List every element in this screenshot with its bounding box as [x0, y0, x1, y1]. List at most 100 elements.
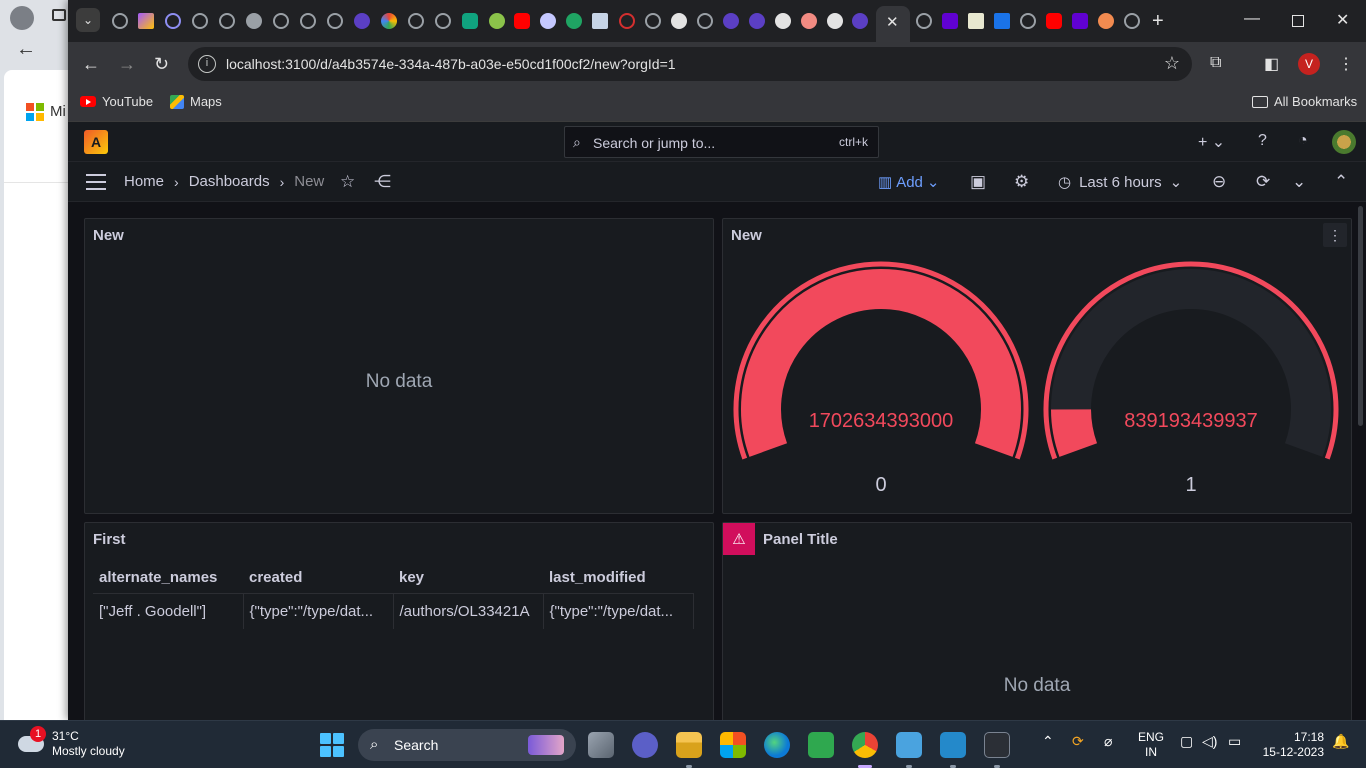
table-cell[interactable]: ["Jeff . Goodell"] [93, 593, 244, 629]
reload-icon[interactable]: ↻ [154, 54, 169, 75]
star-icon[interactable]: ☆ [340, 172, 355, 192]
profile-avatar[interactable]: V [1298, 53, 1320, 75]
back-arrow-icon[interactable]: ← [16, 38, 36, 61]
background-profile-icon[interactable] [10, 6, 34, 30]
media-player-icon[interactable] [808, 732, 834, 758]
start-windows-icon[interactable] [320, 733, 344, 757]
tab-favicon-youtube-icon[interactable] [514, 13, 530, 29]
tab-favicon-globe-icon[interactable] [219, 13, 235, 29]
minimize-icon[interactable]: — [1244, 10, 1260, 28]
tab-favicon-icon[interactable] [540, 13, 556, 29]
tab-favicon-globe-icon[interactable] [300, 13, 316, 29]
tab-favicon-doc-icon[interactable] [968, 13, 984, 29]
panel-panel-title[interactable]: ⚠ Panel Title No data [722, 522, 1352, 720]
tab-favicon-open-icon[interactable] [994, 13, 1010, 29]
tab-favicon-globe-icon[interactable] [408, 13, 424, 29]
url-text[interactable]: localhost:3100/d/a4b3574e-334a-487b-a03e… [226, 56, 676, 72]
tab-favicon-purple-icon[interactable] [852, 13, 868, 29]
tab-favicon-green-dollar-icon[interactable] [566, 13, 582, 29]
terminal-icon[interactable] [984, 732, 1010, 758]
close-tab-icon[interactable]: ✕ [886, 13, 899, 31]
save-icon[interactable]: ▣ [970, 172, 986, 192]
tab-overview-icon[interactable] [52, 9, 66, 21]
help-icon[interactable]: ? [1258, 132, 1267, 150]
file-explorer-icon[interactable] [676, 732, 702, 758]
zoom-out-icon[interactable]: ⊖ [1212, 172, 1226, 192]
grafana-logo-icon[interactable]: A [84, 130, 108, 154]
scrollbar[interactable] [1358, 206, 1363, 426]
edge-icon[interactable] [764, 732, 790, 758]
column-header-key[interactable]: key [393, 563, 543, 594]
extensions-icon[interactable]: ⧉ [1210, 54, 1221, 72]
refresh-interval-chevron-icon[interactable]: ⌄ [1292, 172, 1306, 192]
tab-favicon-orange-icon[interactable] [1098, 13, 1114, 29]
collapse-chevron-up-icon[interactable]: ⌃ [1334, 172, 1348, 192]
tab-favicon-globe-icon[interactable] [192, 13, 208, 29]
tab-favicon-record-icon[interactable] [775, 13, 791, 29]
wifi-icon[interactable]: ▢ [1180, 733, 1193, 750]
show-hidden-icons-chevron-icon[interactable]: ⌃ [1042, 733, 1054, 750]
bookmark-maps[interactable]: Maps [170, 94, 222, 109]
tab-favicon-colorful-icon[interactable] [381, 13, 397, 29]
tab-favicon-record-icon[interactable] [801, 13, 817, 29]
news-feed-icon[interactable]: ◔ [1298, 132, 1308, 150]
maximize-icon[interactable] [1292, 15, 1304, 27]
refresh-icon[interactable]: ⟳ [1256, 172, 1270, 192]
vscode-icon[interactable] [940, 732, 966, 758]
panel-first-table[interactable]: First alternate_names created key last_m… [84, 522, 714, 720]
warning-icon[interactable]: ⚠ [723, 523, 755, 555]
panel-new-gauges[interactable]: New ⋮ 1702634393000 0 839193439937 1 [722, 218, 1352, 514]
side-panel-icon[interactable]: ◧ [1264, 54, 1279, 74]
notepad-icon[interactable] [896, 732, 922, 758]
table-cell[interactable]: /authors/OL33421A [393, 593, 544, 629]
tab-favicon-globe-icon[interactable] [327, 13, 343, 29]
forward-icon[interactable]: → [118, 54, 136, 75]
tab-favicon-gear-icon[interactable] [246, 13, 262, 29]
active-tab[interactable]: ✕ [876, 6, 910, 42]
network-off-icon[interactable]: ⌀ [1104, 733, 1112, 750]
breadcrumb-dashboards[interactable]: Dashboards [189, 173, 270, 190]
tab-favicon-globe-icon[interactable] [273, 13, 289, 29]
tab-favicon-yahoo-icon[interactable] [1072, 13, 1088, 29]
tab-favicon-purple-icon[interactable] [749, 13, 765, 29]
tab-favicon-globe-icon[interactable] [1124, 13, 1140, 29]
column-header-created[interactable]: created [243, 563, 393, 594]
tab-favicon-vite-icon[interactable] [138, 13, 154, 29]
new-plus-icon[interactable]: + ⌄ [1198, 132, 1225, 152]
search-input[interactable]: ⌕ Search or jump to... ctrl+k [564, 126, 879, 158]
bookmark-star-icon[interactable]: ☆ [1164, 53, 1180, 74]
menu-dots-icon[interactable]: ⋮ [1338, 54, 1354, 74]
chrome-icon[interactable] [852, 732, 878, 758]
site-info-icon[interactable]: i [198, 55, 216, 73]
back-icon[interactable]: ← [82, 54, 100, 75]
tab-favicon-globe-icon[interactable] [697, 13, 713, 29]
clock[interactable]: 17:18 15-12-2023 [1260, 730, 1324, 760]
all-bookmarks[interactable]: All Bookmarks [1252, 94, 1357, 109]
tab-favicon-globe-icon[interactable] [645, 13, 661, 29]
tab-favicon-chatgpt-icon[interactable] [462, 13, 478, 29]
taskbar-search[interactable]: ⌕ Search [358, 729, 576, 761]
column-header-last-modified[interactable]: last_modified [543, 563, 693, 594]
bookmark-youtube[interactable]: YouTube [80, 94, 153, 109]
menu-icon[interactable] [86, 174, 106, 190]
tab-favicon-icon[interactable] [165, 13, 181, 29]
column-header-alternate-names[interactable]: alternate_names [93, 563, 243, 594]
sync-icon[interactable]: ⟳ [1072, 733, 1084, 750]
tab-favicon-purple-icon[interactable] [723, 13, 739, 29]
tab-favicon-globe-icon[interactable] [1020, 13, 1036, 29]
breadcrumb-home[interactable]: Home [124, 173, 164, 190]
new-tab-icon[interactable]: + [1152, 10, 1164, 33]
tab-search-button[interactable]: ⌄ [76, 8, 100, 32]
add-button[interactable]: ▥ Add ⌄ [878, 173, 939, 192]
notifications-bell-icon[interactable]: 🔔 [1332, 733, 1349, 750]
meet-icon[interactable] [632, 732, 658, 758]
panel-new-left[interactable]: New No data [84, 218, 714, 514]
settings-gear-icon[interactable]: ⚙ [1014, 172, 1029, 192]
table-cell[interactable]: {"type":"/type/dat... [243, 593, 394, 629]
language-indicator[interactable]: ENG IN [1138, 730, 1164, 760]
tab-favicon-red-arc-icon[interactable] [619, 13, 635, 29]
tab-favicon-icon[interactable] [827, 13, 843, 29]
tab-favicon-green-icon[interactable] [489, 13, 505, 29]
volume-icon[interactable]: ◁) [1202, 733, 1217, 750]
store-icon[interactable] [720, 732, 746, 758]
